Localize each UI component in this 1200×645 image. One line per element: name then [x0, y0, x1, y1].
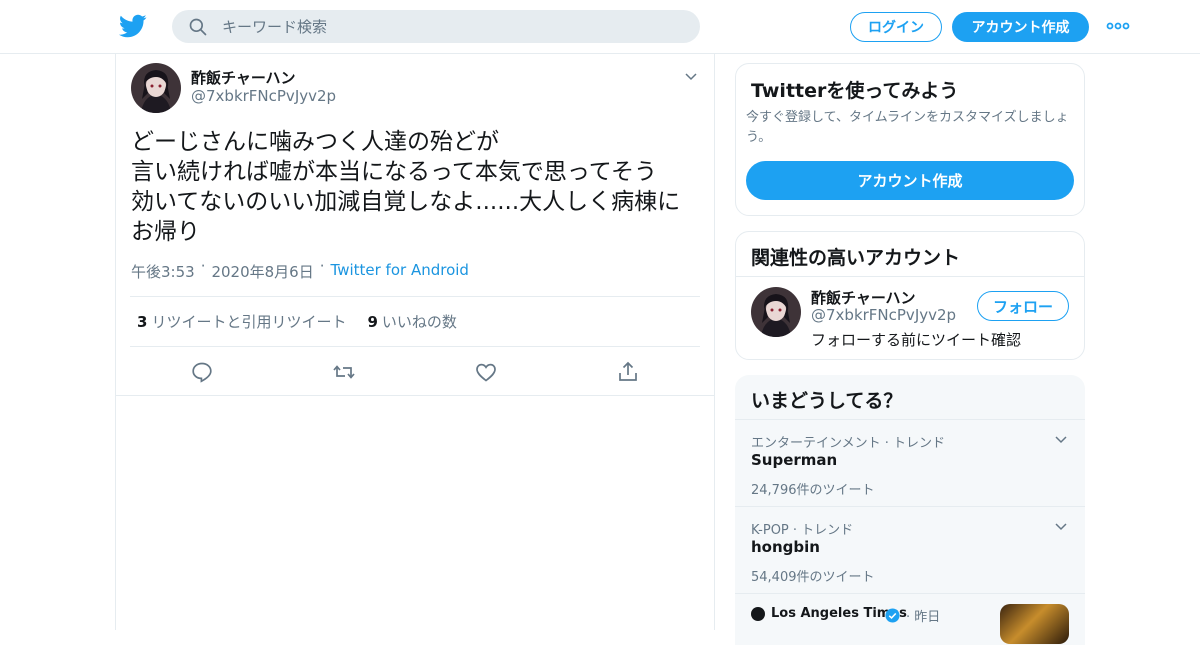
more-options-icon[interactable]	[1106, 18, 1130, 34]
like-icon[interactable]	[474, 360, 498, 384]
chevron-down-icon[interactable]	[683, 69, 699, 85]
create-account-button[interactable]: アカウント作成	[746, 161, 1074, 200]
divider	[736, 276, 1084, 277]
trends-title: いまどうしてる？	[751, 390, 903, 412]
search-box[interactable]	[172, 10, 700, 43]
reply-icon[interactable]	[190, 360, 214, 384]
join-card-title: Twitterを使ってみよう	[751, 80, 959, 102]
retweet-icon[interactable]	[332, 360, 356, 384]
separator-dot: ·	[200, 257, 206, 275]
search-icon	[189, 18, 207, 36]
search-input[interactable]	[222, 10, 682, 43]
related-card-title: 関連性の高いアカウント	[751, 247, 961, 269]
tweet-actions	[116, 347, 714, 396]
tweet-time[interactable]: 午後3:53	[131, 261, 195, 282]
tweet-stats: 3 リツイートと引用リツイート 9 いいねの数	[130, 296, 700, 347]
tweet-text: どーじさんに噛みつく人達の殆どが 言い続ければ嘘が本当になるって本気で思ってそう…	[131, 129, 681, 245]
trend-item[interactable]: K-POP · トレンド hongbin 54,409件のツイート	[735, 506, 1085, 593]
top-bar: ログイン アカウント作成	[0, 0, 1200, 54]
join-twitter-card: Twitterを使ってみよう 今すぐ登録して、タイムラインをカスタマイズしましょ…	[735, 63, 1085, 216]
trend-category: エンターテインメント · トレンド	[751, 436, 946, 451]
retweet-stat[interactable]: 3 リツイートと引用リツイート	[137, 311, 346, 332]
news-source-icon	[751, 607, 765, 621]
follow-button[interactable]: フォロー	[977, 291, 1069, 321]
related-account-name[interactable]: 酢飯チャーハン	[811, 287, 916, 308]
trends-card: いまどうしてる？ エンターテインメント · トレンド Superman 24,7…	[735, 375, 1085, 645]
like-label: いいねの数	[381, 313, 457, 331]
tweet-date[interactable]: 2020年8月6日	[211, 261, 313, 282]
signup-button[interactable]: アカウント作成	[952, 12, 1089, 42]
retweet-count: 3	[137, 312, 148, 331]
avatar-illustration	[131, 63, 181, 113]
trend-category: K-POP · トレンド	[751, 523, 854, 538]
verified-badge-icon	[885, 608, 900, 623]
author-name[interactable]: 酢飯チャーハン	[191, 67, 296, 88]
chevron-down-icon[interactable]	[1053, 519, 1069, 535]
news-time: · 昨日	[906, 610, 941, 625]
share-icon[interactable]	[616, 360, 640, 384]
login-button[interactable]: ログイン	[850, 12, 942, 42]
trend-count: 24,796件のツイート	[751, 483, 875, 498]
retweet-label: リツイートと引用リツイート	[151, 313, 347, 331]
related-accounts-card: 関連性の高いアカウント 酢飯チャーハン @7xbkrFNcPvJyv2p フォロ…	[735, 231, 1085, 360]
trend-item[interactable]: エンターテインメント · トレンド Superman 24,796件のツイート	[735, 419, 1085, 506]
tweet-source-link[interactable]: Twitter for Android	[331, 261, 469, 282]
trend-count: 54,409件のツイート	[751, 570, 875, 585]
join-card-description: 今すぐ登録して、タイムラインをカスタマイズしましょう。	[746, 110, 1069, 145]
tweet-detail: 酢飯チャーハン @7xbkrFNcPvJyv2p どーじさんに噛みつく人達の殆ど…	[115, 54, 715, 630]
trend-name: hongbin	[751, 538, 820, 556]
avatar[interactable]	[751, 287, 801, 337]
tweet-meta: 午後3:53 · 2020年8月6日 · Twitter for Android	[131, 257, 469, 282]
related-account-handle[interactable]: @7xbkrFNcPvJyv2p	[811, 306, 956, 324]
avatar[interactable]	[131, 63, 181, 113]
avatar-illustration	[751, 287, 801, 337]
twitter-bird-icon[interactable]	[119, 12, 147, 40]
like-count: 9	[367, 312, 378, 331]
news-thumbnail	[1000, 604, 1069, 644]
related-account-note: フォローする前にツイート確認	[811, 331, 1022, 349]
author-handle[interactable]: @7xbkrFNcPvJyv2p	[191, 87, 336, 105]
separator-dot: ·	[319, 257, 325, 275]
chevron-down-icon[interactable]	[1053, 432, 1069, 448]
trend-name: Superman	[751, 451, 838, 469]
news-item[interactable]: Los Angeles Times · 昨日	[735, 593, 1085, 645]
like-stat[interactable]: 9 いいねの数	[367, 311, 456, 332]
